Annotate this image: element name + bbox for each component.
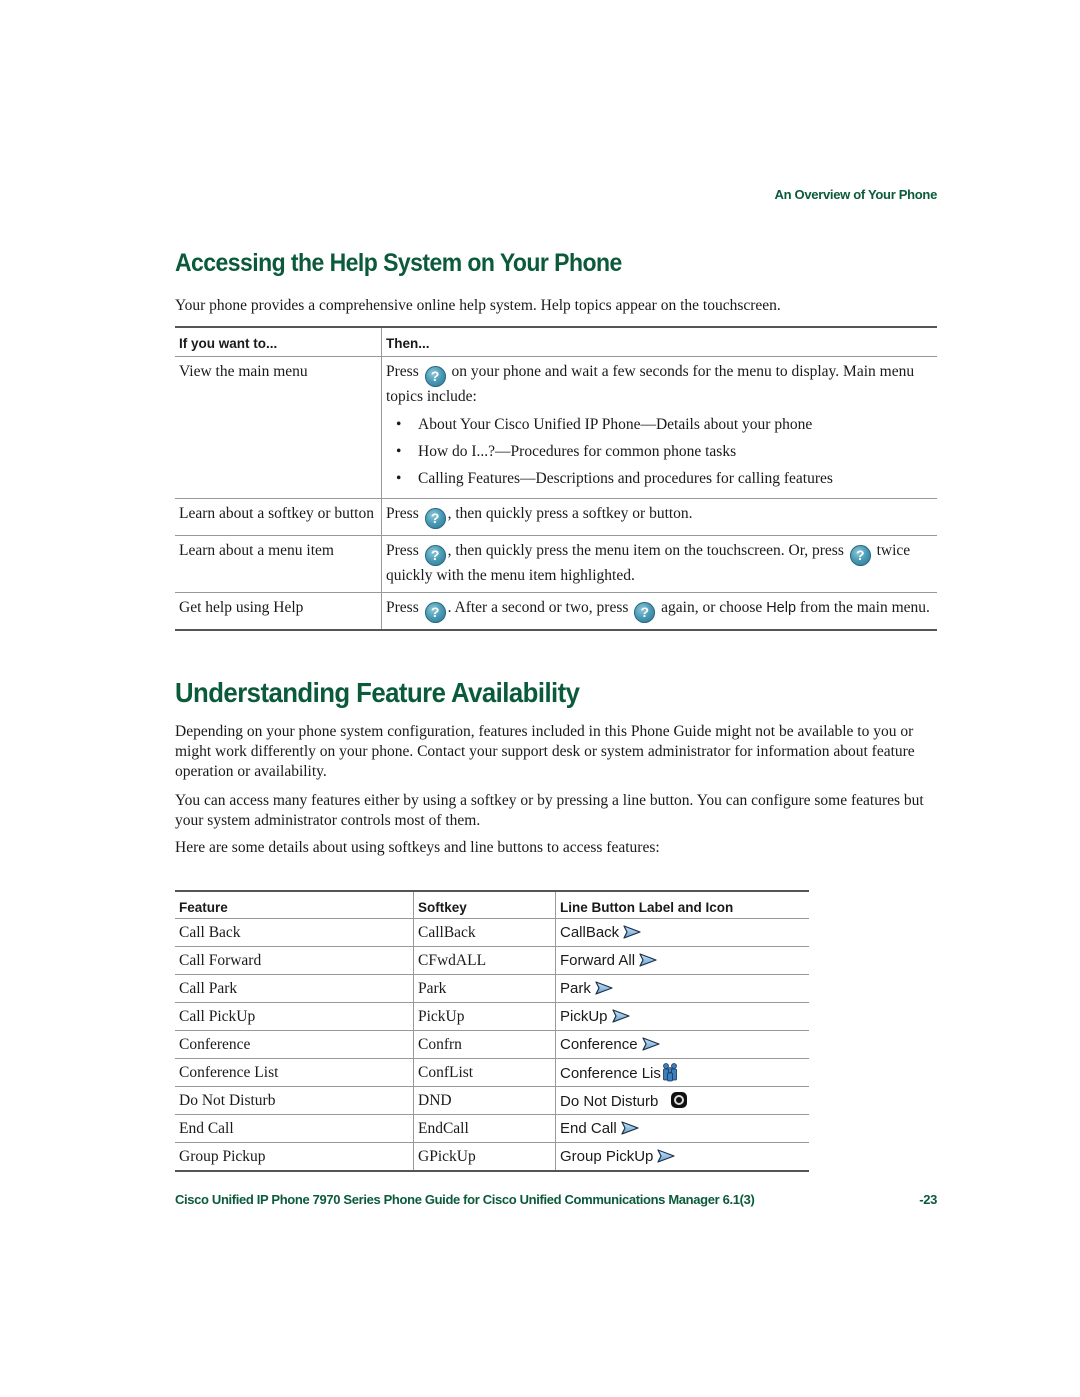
help-then-cell: Press ?, then quickly press a softkey or… — [381, 498, 937, 536]
col-header-feature: Feature — [175, 890, 414, 919]
line-button-cell: CallBack — [555, 918, 809, 947]
softkey-cell: ConfList — [413, 1058, 556, 1087]
help-question-icon: ? — [424, 545, 446, 566]
feature-table-row: Call Park Park Park — [175, 974, 809, 1003]
line-button-label: Do Not Disturb — [560, 1092, 659, 1110]
feature-name-cell: Call Back — [175, 918, 414, 947]
col-header-action: If you want to... — [175, 326, 382, 357]
col-header-line-button: Line Button Label and Icon — [555, 890, 809, 919]
help-table: If you want to... Then... View the main … — [175, 326, 937, 631]
softkey-cell: PickUp — [413, 1002, 556, 1031]
line-button-label: CallBack — [560, 923, 620, 941]
line-button-cell: Group PickUp — [555, 1142, 809, 1172]
line-button-label: Conference Lis — [560, 1065, 661, 1082]
line-arrow-icon — [621, 1120, 639, 1135]
line-button-cell: Conference — [555, 1030, 809, 1059]
help-then-cell: Press ?. After a second or two, press ? … — [381, 592, 937, 631]
softkey-cell: CallBack — [413, 918, 556, 947]
feature-name-cell: Group Pickup — [175, 1142, 414, 1172]
help-then-cell: Press ? on your phone and wait a few sec… — [381, 356, 937, 499]
softkey-cell: CFwdALL — [413, 946, 556, 975]
col-header-softkey: Softkey — [413, 890, 556, 919]
help-menu-term: Help — [766, 600, 797, 616]
feature-table-row: Call Forward CFwdALL Forward All — [175, 946, 809, 975]
help-action-cell: Learn about a menu item — [175, 535, 382, 593]
feature-name-cell: Conference — [175, 1030, 414, 1059]
line-button-cell: Do Not Disturb — [555, 1086, 809, 1115]
col-header-then: Then... — [381, 326, 937, 357]
help-question-icon: ? — [424, 602, 446, 623]
line-arrow-icon — [595, 980, 613, 995]
softkey-cell: Park — [413, 974, 556, 1003]
menu-topic-item: • About Your Cisco Unified IP Phone—Detai… — [386, 411, 933, 438]
help-action-cell: Learn about a softkey or button — [175, 498, 382, 536]
line-button-cell: End Call — [555, 1114, 809, 1143]
feature-table-row: Call Back CallBack CallBack — [175, 918, 809, 947]
line-button-cell: PickUp — [555, 1002, 809, 1031]
help-question-icon: ? — [849, 545, 871, 566]
feature-name-cell: Call Park — [175, 974, 414, 1003]
softkey-cell: EndCall — [413, 1114, 556, 1143]
feature-name-cell: Call Forward — [175, 946, 414, 975]
feature-table-row: End Call EndCall End Call — [175, 1114, 809, 1143]
line-arrow-icon — [641, 1036, 660, 1051]
bullet-icon: • — [396, 443, 402, 460]
line-button-label: Conference — [560, 1035, 638, 1053]
menu-topics-list: • About Your Cisco Unified IP Phone—Detai… — [386, 411, 933, 492]
help-question-icon: ? — [424, 366, 446, 387]
bullet-icon: • — [396, 416, 402, 433]
line-arrow-icon — [657, 1148, 675, 1163]
help-table-row: View the main menu Press ? on your phone … — [175, 356, 937, 499]
feature-table: Feature Softkey Line Button Label and Ic… — [175, 890, 809, 1172]
softkey-cell: DND — [413, 1086, 556, 1115]
feature-name-cell: Conference List — [175, 1058, 414, 1087]
section-title-help: Accessing the Help System on Your Phone — [175, 249, 622, 277]
help-question-icon: ? — [634, 602, 656, 623]
feature-table-header: Feature Softkey Line Button Label and Ic… — [175, 890, 809, 919]
feature-table-row: Conference Confrn Conference — [175, 1030, 809, 1059]
line-arrow-icon — [623, 924, 641, 939]
line-button-label: Park — [560, 979, 591, 997]
menu-topic-item: • How do I...?—Procedures for common phon… — [386, 438, 933, 465]
help-table-header: If you want to... Then... — [175, 326, 937, 357]
help-table-row: Get help using Help Press ?. After a seco… — [175, 592, 937, 631]
feature-para-1: Depending on your phone system configura… — [175, 723, 915, 780]
line-button-cell: Conference Lis — [555, 1058, 809, 1087]
feature-name-cell: End Call — [175, 1114, 414, 1143]
help-intro: Your phone provides a comprehensive onli… — [175, 297, 781, 314]
do-not-disturb-icon — [670, 1091, 688, 1109]
help-table-row: Learn about a softkey or button Press ?, … — [175, 498, 937, 536]
section-title-feature: Understanding Feature Availability — [175, 677, 580, 708]
help-action-cell: View the main menu — [175, 356, 382, 499]
softkey-cell: GPickUp — [413, 1142, 556, 1172]
page-number: -23 — [919, 1192, 937, 1207]
menu-topic-item: • Calling Features—Descriptions and proce… — [386, 465, 933, 492]
conference-list-icon — [661, 1062, 679, 1082]
feature-name-cell: Do Not Disturb — [175, 1086, 414, 1115]
running-header: An Overview of Your Phone — [774, 187, 938, 202]
line-button-label: PickUp — [560, 1007, 608, 1025]
feature-para-2: You can access many features either by u… — [175, 792, 924, 829]
line-button-label: Group PickUp — [560, 1147, 654, 1165]
feature-table-row: Call PickUp PickUp PickUp — [175, 1002, 809, 1031]
line-arrow-icon — [639, 952, 657, 967]
help-action-cell: Get help using Help — [175, 592, 382, 631]
feature-table-row: Do Not Disturb DND Do Not Disturb — [175, 1086, 809, 1115]
feature-table-row: Conference List ConfList Conference Lis — [175, 1058, 809, 1087]
line-button-cell: Park — [555, 974, 809, 1003]
feature-name-cell: Call PickUp — [175, 1002, 414, 1031]
softkey-cell: Confrn — [413, 1030, 556, 1059]
feature-table-row: Group Pickup GPickUp Group PickUp — [175, 1142, 809, 1172]
bullet-icon: • — [396, 470, 402, 487]
line-button-cell: Forward All — [555, 946, 809, 975]
help-then-cell: Press ?, then quickly press the menu ite… — [381, 535, 937, 593]
line-button-label: Forward All — [560, 951, 636, 969]
help-question-icon: ? — [424, 508, 446, 529]
footer-title: Cisco Unified IP Phone 7970 Series Phone… — [175, 1192, 755, 1207]
line-button-label: End Call — [560, 1119, 617, 1137]
line-arrow-icon — [611, 1008, 630, 1023]
feature-para-3: Here are some details about using softke… — [175, 839, 660, 856]
help-table-row: Learn about a menu item Press ?, then qui… — [175, 535, 937, 593]
